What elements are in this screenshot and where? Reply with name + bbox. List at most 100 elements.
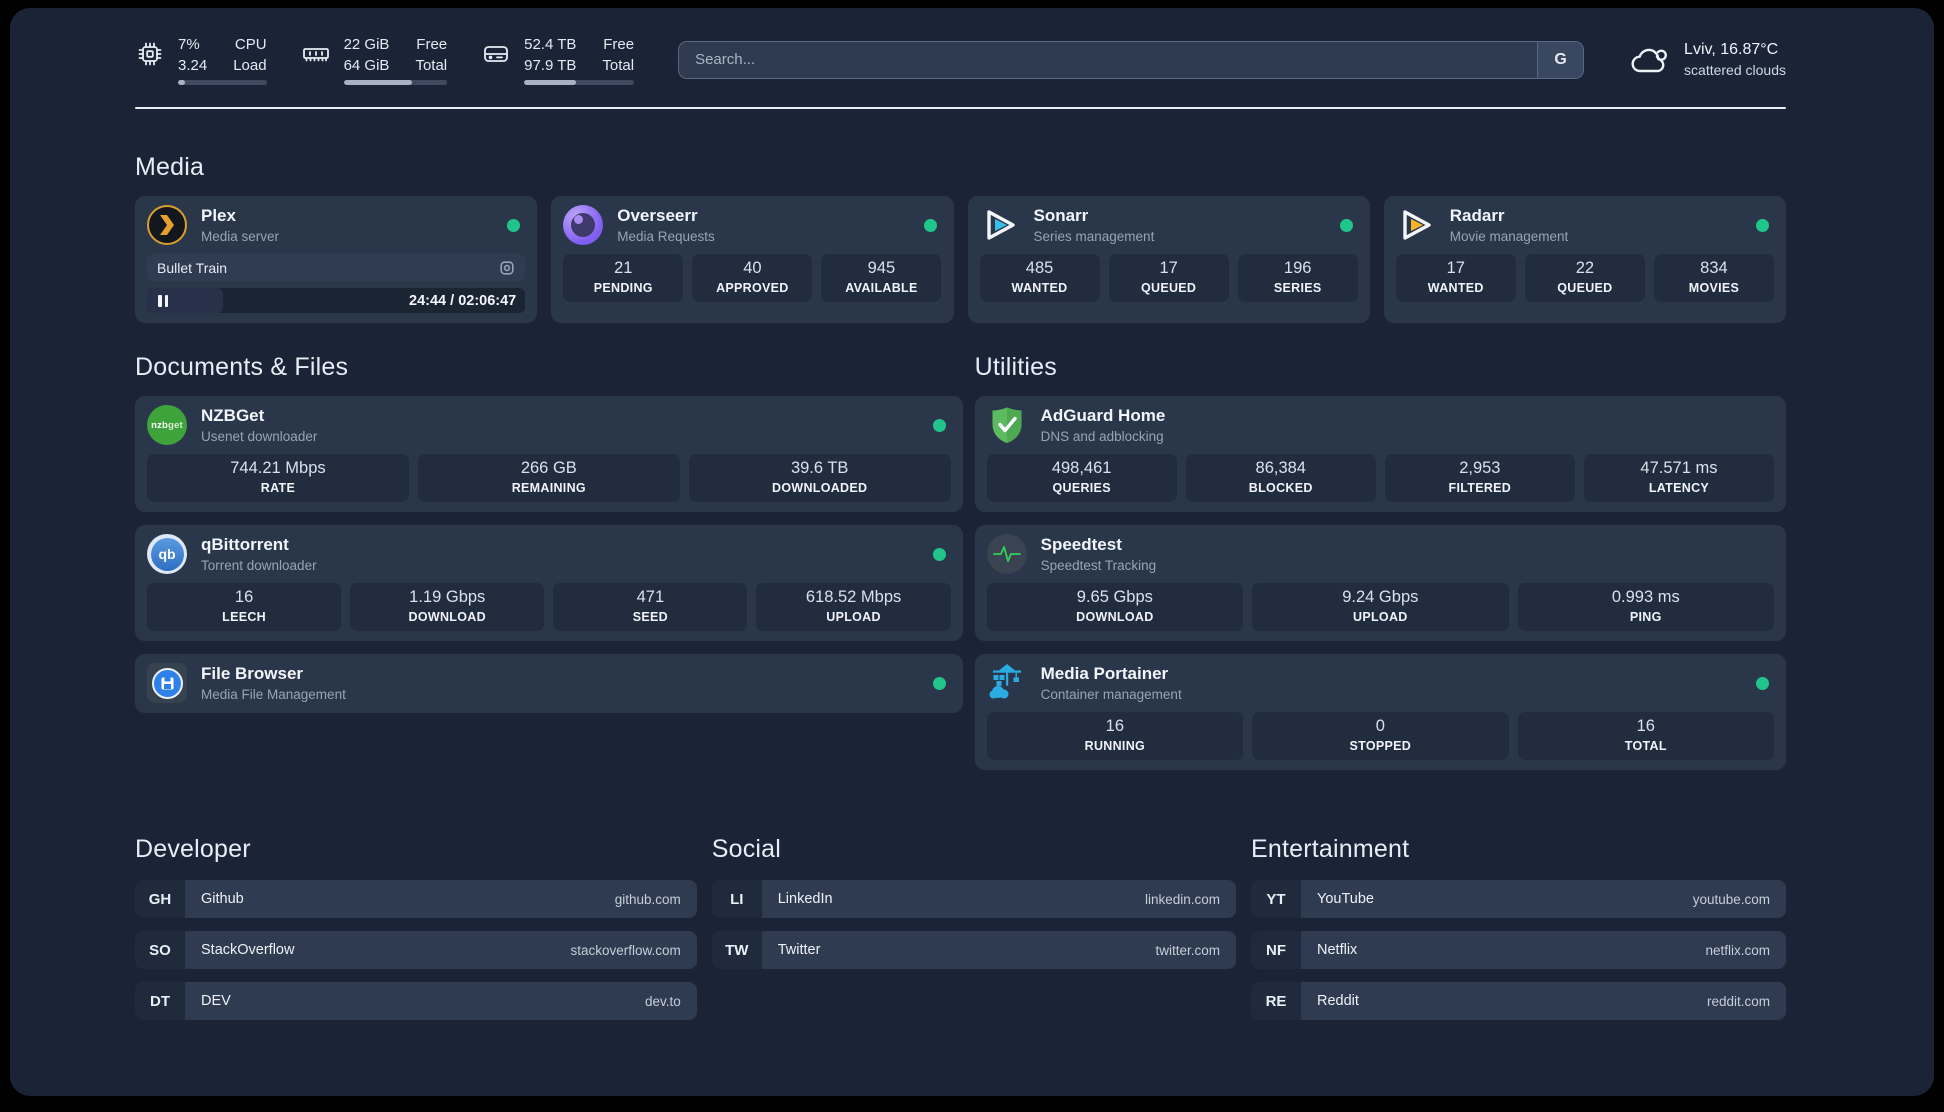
overseerr-app-link[interactable]: Overseerr Media Requests — [563, 205, 923, 245]
settings-icon[interactable] — [499, 260, 515, 276]
sonarr-app-link[interactable]: Sonarr Series management — [980, 205, 1340, 245]
stat-value: 471 — [636, 588, 665, 606]
qbittorrent-app-link[interactable]: qb qBittorrent Torrent downloader — [147, 534, 933, 574]
stat-label: QUEUED — [1140, 281, 1197, 295]
stat-tile: 16 RUNNING — [986, 712, 1244, 760]
pause-button[interactable] — [156, 293, 170, 309]
bookmark-label: Netflix — [1317, 942, 1358, 958]
radarr-app-link[interactable]: Radarr Movie management — [1396, 205, 1756, 245]
stat-label: WANTED — [1011, 281, 1068, 295]
disk-free-label: Free — [603, 36, 635, 53]
disk-free-value: 52.4 TB — [524, 36, 577, 53]
developer-section: Developer GH Github github.com SO StackO… — [135, 835, 697, 1020]
filebrowser-app-link[interactable]: File Browser Media File Management — [147, 663, 933, 703]
stat-tile: 618.52 Mbps UPLOAD — [756, 583, 951, 631]
stat-label: MOVIES — [1688, 281, 1740, 295]
section-title-media: Media — [135, 153, 205, 181]
qbittorrent-card: qb qBittorrent Torrent downloader 16 LEE… — [135, 525, 963, 641]
plex-app-link[interactable]: Plex Media server — [147, 205, 507, 245]
now-playing-title: Bullet Train — [157, 259, 228, 276]
bookmark-abbr: GH — [135, 880, 185, 918]
adguard-app-link[interactable]: AdGuard Home DNS and adblocking — [987, 405, 1774, 445]
search-input[interactable] — [679, 41, 1538, 78]
status-online-dot — [932, 676, 946, 690]
stat-tile: 40 APPROVED — [692, 254, 813, 302]
cpu-load-label: Load — [233, 57, 267, 74]
stat-tile: 0 STOPPED — [1252, 712, 1509, 760]
stat-value: 16 — [1105, 717, 1125, 735]
header-bar: 7% CPU 3.24 Load 22 GiB Free 64 GiB Tota… — [135, 34, 1786, 85]
search-engine-button[interactable]: G — [1537, 41, 1584, 78]
stat-tile: 498,461 QUERIES — [986, 454, 1177, 502]
stat-value: 744.21 Mbps — [230, 459, 326, 477]
search-bar: G — [678, 40, 1585, 79]
stat-label: RATE — [260, 481, 296, 495]
header-divider — [135, 107, 1786, 109]
app-description: Media server — [201, 229, 280, 244]
cpu-usage-value: 7% — [178, 36, 200, 53]
bookmark-link[interactable]: DT DEV dev.to — [135, 982, 697, 1020]
disk-progress-bar — [524, 80, 635, 85]
bookmark-label: DEV — [201, 993, 231, 1009]
weather-condition: scattered clouds — [1684, 62, 1786, 78]
stat-tile: 744.21 Mbps RATE — [147, 454, 409, 502]
overseerr-card: Overseerr Media Requests 21 PENDING 40 A… — [551, 196, 954, 323]
bookmark-label: YouTube — [1317, 891, 1374, 907]
stat-tile: 266 GB REMAINING — [417, 454, 680, 502]
now-playing-row: Bullet Train — [147, 254, 526, 281]
stat-tile: 9.65 Gbps DOWNLOAD — [986, 583, 1244, 631]
cpu-icon — [135, 39, 165, 69]
portainer-card: Media Portainer Container management 16 … — [974, 654, 1786, 770]
bookmark-url: netflix.com — [1705, 942, 1770, 958]
stat-tile: 16 TOTAL — [1517, 712, 1775, 760]
bookmark-link[interactable]: YT YouTube youtube.com — [1251, 880, 1786, 918]
bookmark-abbr: NF — [1251, 931, 1302, 969]
bookmark-link[interactable]: GH Github github.com — [135, 880, 697, 918]
bookmark-url: twitter.com — [1155, 942, 1221, 958]
speedtest-app-link[interactable]: Speedtest Speedtest Tracking — [986, 534, 1774, 574]
adguard-icon — [987, 405, 1027, 445]
bookmark-link[interactable]: NF Netflix netflix.com — [1251, 931, 1786, 969]
stat-label: PING — [1629, 610, 1662, 624]
stat-value: 485 — [1025, 259, 1054, 277]
portainer-icon — [987, 663, 1027, 703]
stat-value: 9.24 Gbps — [1342, 588, 1419, 606]
bookmark-abbr: YT — [1251, 880, 1302, 918]
app-description: Media Requests — [617, 229, 715, 244]
nzbget-app-link[interactable]: nzbget NZBGet Usenet downloader — [147, 405, 933, 445]
stat-tile: 834 MOVIES — [1653, 254, 1774, 302]
bookmark-label: Reddit — [1317, 993, 1359, 1009]
stat-value: 618.52 Mbps — [805, 588, 902, 606]
stat-tile: 16 LEECH — [147, 583, 342, 631]
social-section: Social LI LinkedIn linkedin.com TW Twitt… — [711, 835, 1237, 1020]
radarr-icon — [1396, 205, 1436, 245]
bookmark-link[interactable]: RE Reddit reddit.com — [1251, 982, 1786, 1020]
stat-value: 0 — [1375, 717, 1385, 735]
bookmark-link[interactable]: TW Twitter twitter.com — [711, 931, 1237, 969]
stat-value: 86,384 — [1255, 459, 1306, 477]
stat-value: 47.571 ms — [1640, 459, 1718, 477]
bookmark-link[interactable]: LI LinkedIn linkedin.com — [711, 880, 1237, 918]
stat-label: DOWNLOAD — [1076, 610, 1154, 624]
section-title-social: Social — [711, 835, 782, 863]
stat-label: PENDING — [593, 281, 653, 295]
stat-tile: 471 SEED — [553, 583, 748, 631]
stat-value: 196 — [1283, 259, 1312, 277]
playback-progress-bar[interactable]: 24:44 / 02:06:47 — [147, 288, 526, 313]
app-description: Movie management — [1449, 229, 1569, 244]
memory-free-label: Free — [416, 36, 448, 53]
stat-value: 40 — [743, 259, 762, 277]
stat-label: BLOCKED — [1248, 481, 1313, 495]
portainer-app-link[interactable]: Media Portainer Container management — [987, 663, 1756, 703]
stat-label: LATENCY — [1648, 481, 1710, 495]
bookmark-abbr: RE — [1251, 982, 1302, 1020]
stat-label: TOTAL — [1624, 739, 1667, 753]
qbittorrent-icon: qb — [147, 534, 187, 574]
weather-widget[interactable]: Lviv, 16.87°C scattered clouds — [1628, 41, 1786, 78]
bookmark-link[interactable]: SO StackOverflow stackoverflow.com — [135, 931, 697, 969]
app-name: NZBGet — [201, 406, 265, 425]
stat-label: QUEUED — [1557, 281, 1613, 295]
stat-value: 17 — [1159, 259, 1178, 277]
app-description: Usenet downloader — [201, 429, 318, 444]
app-name: Sonarr — [1033, 206, 1089, 225]
